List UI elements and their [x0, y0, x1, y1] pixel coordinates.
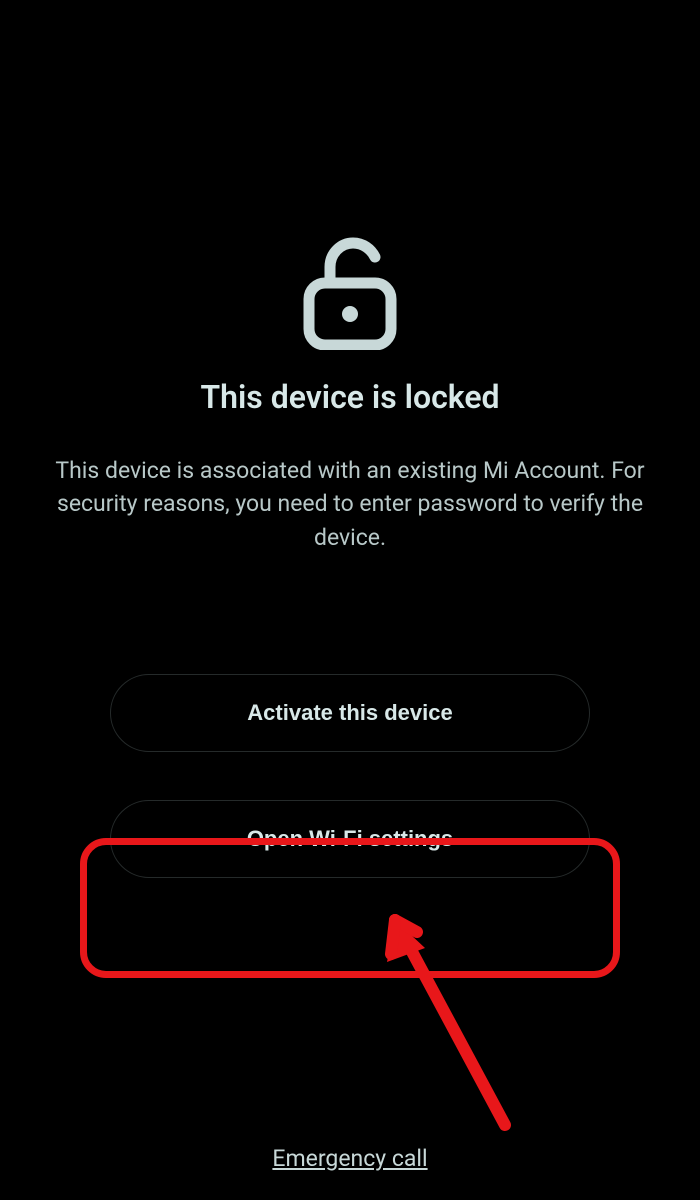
wifi-button-label: Open Wi-Fi settings	[247, 826, 453, 852]
lock-description: This device is associated with an existi…	[0, 454, 700, 554]
activate-device-button[interactable]: Activate this device	[110, 674, 590, 752]
emergency-call-link[interactable]: Emergency call	[272, 1145, 427, 1172]
activate-button-label: Activate this device	[247, 700, 452, 726]
annotation-arrow-icon	[375, 910, 525, 1140]
unlock-icon	[295, 235, 405, 350]
page-title: This device is locked	[200, 378, 499, 416]
button-group: Activate this device Open Wi-Fi settings	[0, 674, 700, 878]
open-wifi-settings-button[interactable]: Open Wi-Fi settings	[110, 800, 590, 878]
